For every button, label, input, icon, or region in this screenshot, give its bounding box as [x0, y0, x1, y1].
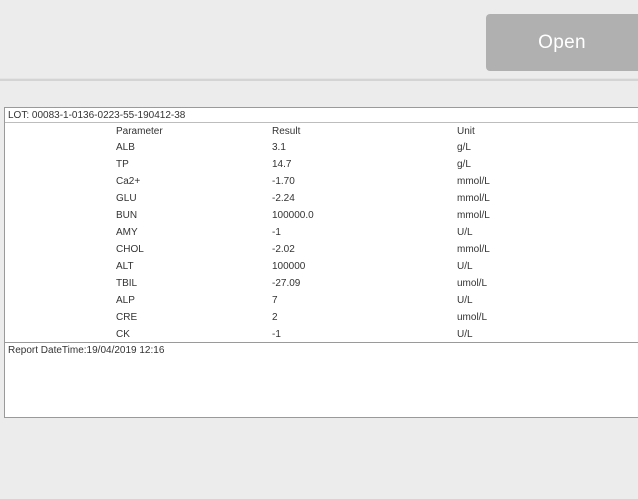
parameter-cell: CRE	[116, 312, 138, 323]
table-row: ALP 7 U/L	[5, 293, 637, 309]
parameter-cell: ALP	[116, 295, 135, 306]
table-row: GLU -2.24 mmol/L	[5, 191, 637, 207]
result-cell: 2	[272, 312, 278, 323]
parameter-cell: GLU	[116, 193, 137, 204]
table-row: CRE 2 umol/L	[5, 310, 637, 326]
table-header: Parameter Result Unit	[5, 124, 637, 140]
result-cell: -27.09	[272, 278, 301, 289]
toolbar-divider	[0, 78, 638, 81]
table-row: CHOL -2.02 mmol/L	[5, 242, 637, 258]
result-header: Result	[272, 126, 301, 137]
unit-cell: U/L	[457, 329, 473, 340]
unit-cell: U/L	[457, 295, 473, 306]
result-cell: -1	[272, 329, 281, 340]
unit-cell: U/L	[457, 261, 473, 272]
unit-header: Unit	[457, 126, 475, 137]
report-datetime: Report DateTime:19/04/2019 12:16	[5, 342, 638, 358]
parameter-header: Parameter	[116, 126, 163, 137]
unit-cell: g/L	[457, 142, 471, 153]
unit-cell: U/L	[457, 227, 473, 238]
unit-cell: umol/L	[457, 312, 488, 323]
table-row: BUN 100000.0 mmol/L	[5, 208, 637, 224]
table-row: CK -1 U/L	[5, 327, 637, 343]
result-cell: 100000	[272, 261, 306, 272]
parameter-cell: TP	[116, 159, 129, 170]
parameter-cell: AMY	[116, 227, 138, 238]
open-button[interactable]: Open	[486, 14, 638, 71]
result-cell: -1	[272, 227, 281, 238]
lot-number: LOT: 00083-1-0136-0223-55-190412-38	[5, 108, 638, 123]
result-cell: 14.7	[272, 159, 292, 170]
table-row: Ca2+ -1.70 mmol/L	[5, 174, 637, 190]
result-cell: 7	[272, 295, 278, 306]
table-row: AMY -1 U/L	[5, 225, 637, 241]
table-row: TP 14.7 g/L	[5, 157, 637, 173]
parameter-cell: Ca2+	[116, 176, 141, 187]
parameter-cell: BUN	[116, 210, 138, 221]
table-row: TBIL -27.09 umol/L	[5, 276, 637, 292]
parameter-cell: ALT	[116, 261, 134, 272]
unit-cell: g/L	[457, 159, 471, 170]
result-cell: 3.1	[272, 142, 286, 153]
result-cell: -1.70	[272, 176, 295, 187]
result-cell: -2.24	[272, 193, 295, 204]
result-cell: 100000.0	[272, 210, 314, 221]
screen: Open LOT: 00083-1-0136-0223-55-190412-38…	[0, 0, 638, 499]
parameter-cell: CHOL	[116, 244, 144, 255]
unit-cell: umol/L	[457, 278, 488, 289]
parameter-table: Parameter Result Unit ALB 3.1 g/L TP 14.…	[5, 123, 638, 343]
unit-cell: mmol/L	[457, 193, 490, 204]
table-row: ALT 100000 U/L	[5, 259, 637, 275]
table-row: ALB 3.1 g/L	[5, 140, 637, 156]
report-panel: LOT: 00083-1-0136-0223-55-190412-38 Para…	[4, 107, 638, 418]
parameter-cell: CK	[116, 329, 130, 340]
unit-cell: mmol/L	[457, 210, 490, 221]
unit-cell: mmol/L	[457, 176, 490, 187]
parameter-cell: ALB	[116, 142, 135, 153]
top-toolbar: Open	[0, 0, 638, 78]
parameter-cell: TBIL	[116, 278, 138, 289]
unit-cell: mmol/L	[457, 244, 490, 255]
result-cell: -2.02	[272, 244, 295, 255]
